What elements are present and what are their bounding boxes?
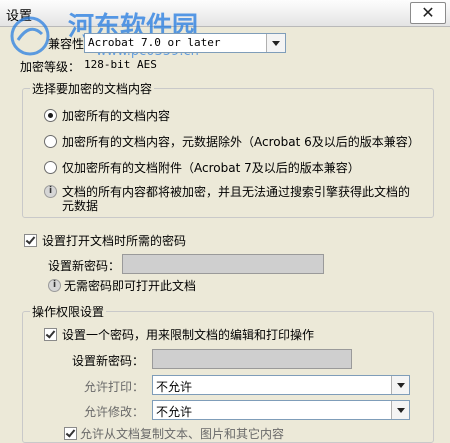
open-password-checkbox[interactable] (24, 234, 37, 247)
print-label: 允许打印： (84, 380, 145, 394)
copy-checkbox-label: 允许从文档复制文本、图片和其它内容 (80, 427, 285, 441)
radio-label-encrypt-except-metadata: 加密所有的文档内容，元数据除外（Acrobat 6及以后的版本兼容） (62, 135, 420, 149)
radio-label-encrypt-attachments: 仅加密所有的文档附件（Acrobat 7及以后的版本兼容） (62, 161, 360, 175)
open-password-info: 无需密码即可打开此文档 (64, 279, 197, 293)
encrypt-info-line2: 元数据 (62, 199, 99, 213)
edit-label: 允许修改： (84, 405, 145, 419)
compat-value: Acrobat 7.0 or later (88, 36, 221, 49)
permissions-group-title: 操作权限设置 (30, 303, 107, 320)
permissions-checkbox-label: 设置一个密码，用来限制文档的编辑和打印操作 (62, 328, 315, 342)
edit-value: 不允许 (156, 405, 193, 419)
watermark-logo (10, 16, 50, 56)
chevron-down-icon[interactable] (391, 401, 409, 419)
copy-checkbox[interactable] (64, 427, 77, 440)
compat-select[interactable]: Acrobat 7.0 or later (84, 33, 286, 53)
info-icon: i (44, 185, 57, 198)
radio-label-encrypt-all: 加密所有的文档内容 (62, 109, 171, 123)
close-button[interactable]: ✕ (410, 2, 446, 24)
chevron-down-icon[interactable] (391, 376, 409, 394)
encrypt-info-line1: 文档的所有内容都将被加密，并且无法通过搜索引擎获得此文档的 (62, 185, 411, 199)
info-icon: i (48, 279, 61, 292)
open-password-checkbox-label: 设置打开文档时所需的密码 (42, 234, 187, 248)
permissions-field-label: 设置新密码： (72, 354, 145, 368)
encrypt-group-title: 选择要加密的文档内容 (30, 80, 155, 97)
permissions-password-checkbox[interactable] (44, 328, 57, 341)
chevron-down-icon[interactable] (266, 34, 285, 52)
print-value: 不允许 (156, 380, 193, 394)
edit-select[interactable]: 不允许 (152, 400, 410, 420)
encryption-level-value: 128-bit AES (84, 58, 157, 71)
print-select[interactable]: 不允许 (152, 375, 410, 395)
open-password-input[interactable] (122, 254, 324, 274)
encryption-level-label: 加密等级： (20, 60, 81, 74)
permissions-password-input[interactable] (152, 349, 352, 369)
radio-encrypt-all[interactable] (44, 109, 57, 122)
open-password-field-label: 设置新密码： (48, 259, 121, 273)
radio-encrypt-except-metadata[interactable] (44, 135, 57, 148)
radio-encrypt-attachments[interactable] (44, 161, 57, 174)
